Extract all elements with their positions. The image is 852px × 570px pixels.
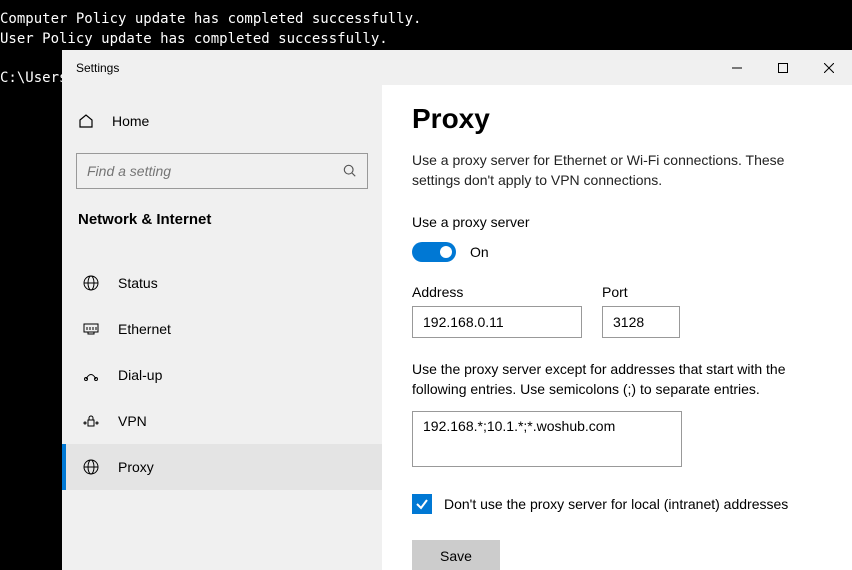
maximize-button[interactable] <box>760 50 806 85</box>
use-proxy-label: Use a proxy server <box>412 214 822 230</box>
sidebar: Home Network & Internet Status <box>62 85 382 570</box>
vpn-icon <box>82 412 100 430</box>
sidebar-item-label: Proxy <box>118 459 154 475</box>
save-button[interactable]: Save <box>412 540 500 570</box>
sidebar-item-label: Dial-up <box>118 367 162 383</box>
page-description: Use a proxy server for Ethernet or Wi-Fi… <box>412 151 822 190</box>
sidebar-item-label: VPN <box>118 413 147 429</box>
minimize-button[interactable] <box>714 50 760 85</box>
sidebar-item-label: Ethernet <box>118 321 171 337</box>
nav: Status Ethernet Dial-up <box>62 260 382 490</box>
sidebar-item-ethernet[interactable]: Ethernet <box>62 306 382 352</box>
settings-window: Settings Home <box>62 50 852 570</box>
content-pane: Proxy Use a proxy server for Ethernet or… <box>382 85 852 570</box>
home-button[interactable]: Home <box>62 105 382 137</box>
dialup-icon <box>82 366 100 384</box>
search-box[interactable] <box>76 153 368 189</box>
terminal-line: Computer Policy update has completed suc… <box>0 10 852 30</box>
sidebar-item-dialup[interactable]: Dial-up <box>62 352 382 398</box>
exceptions-label: Use the proxy server except for addresse… <box>412 360 822 399</box>
home-icon <box>78 113 94 129</box>
address-input[interactable] <box>412 306 582 338</box>
sidebar-item-proxy[interactable]: Proxy <box>62 444 382 490</box>
toggle-state-label: On <box>470 244 489 260</box>
close-button[interactable] <box>806 50 852 85</box>
ethernet-icon <box>82 320 100 338</box>
address-label: Address <box>412 284 582 300</box>
search-input[interactable] <box>87 163 343 179</box>
search-icon <box>343 164 357 178</box>
sidebar-item-status[interactable]: Status <box>62 260 382 306</box>
bypass-local-checkbox[interactable] <box>412 494 432 514</box>
bypass-local-label: Don't use the proxy server for local (in… <box>444 496 788 512</box>
use-proxy-toggle[interactable] <box>412 242 456 262</box>
exceptions-input[interactable] <box>412 411 682 467</box>
globe-icon <box>82 274 100 292</box>
port-input[interactable] <box>602 306 680 338</box>
window-title: Settings <box>76 61 119 75</box>
home-label: Home <box>112 113 149 129</box>
terminal-line: User Policy update has completed success… <box>0 30 852 50</box>
sidebar-item-vpn[interactable]: VPN <box>62 398 382 444</box>
section-header: Network & Internet <box>62 211 382 242</box>
port-label: Port <box>602 284 680 300</box>
sidebar-item-label: Status <box>118 275 158 291</box>
proxy-icon <box>82 458 100 476</box>
titlebar: Settings <box>62 50 852 85</box>
window-controls <box>714 50 852 85</box>
page-title: Proxy <box>412 103 822 135</box>
